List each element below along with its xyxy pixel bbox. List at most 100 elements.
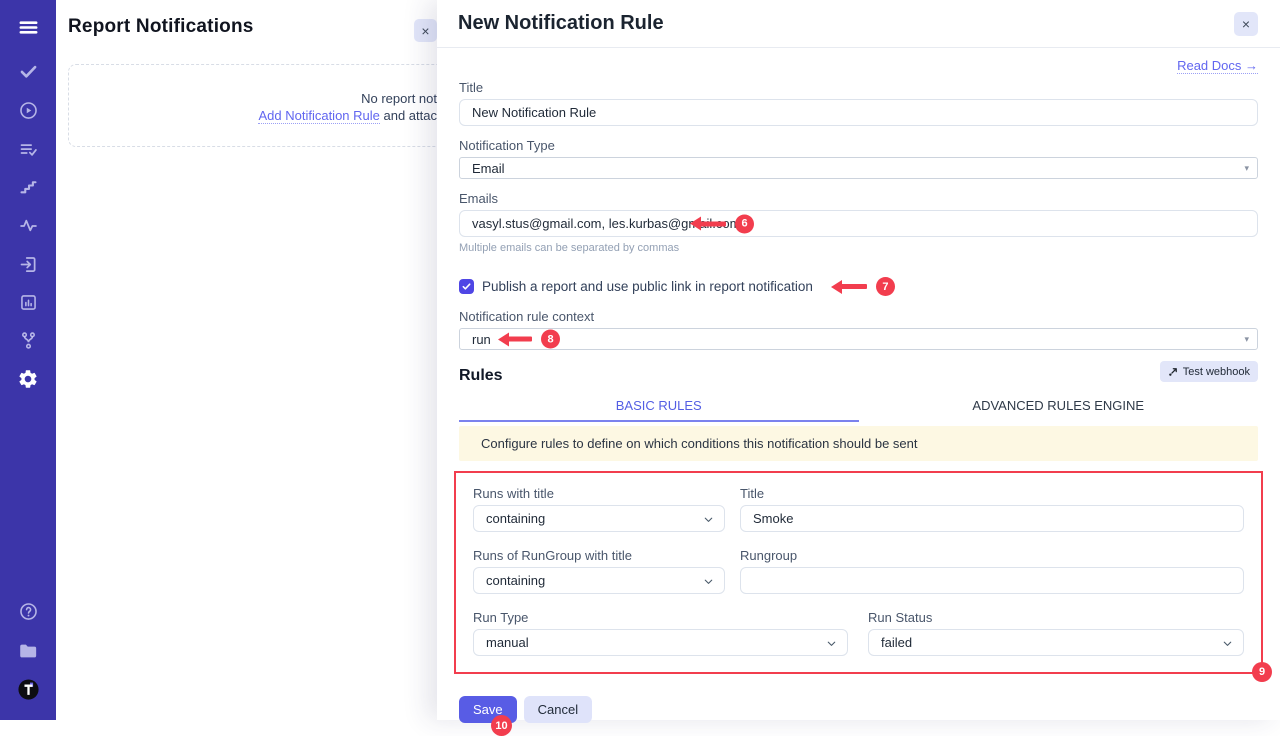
empty-line-2-rest: and attac: [380, 108, 437, 123]
annotation-badge-9: 9: [1252, 662, 1272, 682]
rules-tabs: BASIC RULES ADVANCED RULES ENGINE: [459, 392, 1258, 422]
context-select[interactable]: run ▾ 8: [459, 328, 1258, 350]
t-logo[interactable]: [0, 678, 56, 701]
emails-label: Emails: [459, 191, 1258, 206]
settings-gear-icon[interactable]: [0, 368, 56, 390]
modal-header: New Notification Rule ×: [437, 0, 1280, 48]
steps-icon[interactable]: [0, 177, 56, 198]
rule-title-label: Title: [740, 486, 1244, 501]
actions-row: Save 10 Cancel: [459, 696, 1258, 723]
rule-row-2: Runs of RunGroup with title containing R…: [473, 548, 1244, 594]
runs-of-rungroup-select[interactable]: containing: [473, 567, 725, 594]
runs-with-title-value: containing: [486, 511, 545, 526]
add-notification-rule-link[interactable]: Add Notification Rule: [258, 108, 379, 124]
notification-type-group: Notification Type Email ▾: [459, 138, 1258, 179]
run-type-group: Run Type manual: [473, 610, 848, 656]
new-notification-rule-modal: New Notification Rule × Read Docs → Titl…: [437, 0, 1280, 720]
run-type-label: Run Type: [473, 610, 848, 625]
title-group: Title: [459, 80, 1258, 126]
runs-of-rungroup-value: containing: [486, 573, 545, 588]
arrow-left-icon: [824, 280, 842, 294]
dropdown-caret-icon: ▾: [1244, 163, 1249, 174]
panel-title: Report Notifications: [68, 16, 254, 38]
runs-with-title-label: Runs with title: [473, 486, 725, 501]
run-status-select[interactable]: failed: [868, 629, 1244, 656]
empty-notifications-text: No report not Add Notification Rule and …: [68, 90, 437, 124]
test-webhook-label: Test webhook: [1183, 366, 1250, 378]
title-input[interactable]: [459, 99, 1258, 126]
notification-type-value: Email: [472, 161, 505, 176]
context-label: Notification rule context: [459, 309, 1258, 324]
panel-close-button[interactable]: ×: [414, 19, 437, 42]
emails-group: Emails 6 Multiple emails can be separate…: [459, 191, 1258, 254]
publish-checkbox[interactable]: [459, 279, 474, 294]
arrow-left-icon: [491, 332, 509, 346]
chevron-down-icon: [825, 637, 838, 653]
help-icon[interactable]: [0, 601, 56, 622]
empty-line-1: No report not: [68, 90, 437, 107]
rule-row-1: Runs with title containing Title: [473, 486, 1244, 532]
runs-with-title-select[interactable]: containing: [473, 505, 725, 532]
close-icon: ×: [421, 23, 429, 39]
basic-rules-box: Runs with title containing Title Runs of…: [454, 471, 1263, 674]
context-value: run: [472, 332, 491, 347]
rungroup-input[interactable]: [740, 567, 1244, 594]
sidebar: [0, 0, 56, 720]
sign-in-icon[interactable]: [0, 254, 56, 275]
activity-icon[interactable]: [0, 215, 56, 236]
rule-row-3: Run Type manual Run Status failed: [473, 610, 1244, 656]
publish-checkbox-row: Publish a report and use public link in …: [459, 277, 1258, 296]
rule-title-input[interactable]: [740, 505, 1244, 532]
context-group: Notification rule context run ▾ 8: [459, 309, 1258, 350]
bar-chart-icon[interactable]: [0, 292, 56, 313]
read-docs-link[interactable]: Read Docs →: [1177, 58, 1258, 74]
run-status-group: Run Status failed: [868, 610, 1244, 656]
rules-heading: Rules: [459, 367, 503, 385]
rule-title-group: Title: [740, 486, 1244, 532]
run-type-select[interactable]: manual: [473, 629, 848, 656]
chevron-down-icon: [702, 513, 715, 529]
test-webhook-button[interactable]: Test webhook: [1160, 361, 1258, 382]
runs-of-rungroup-label: Runs of RunGroup with title: [473, 548, 725, 563]
read-docs-row: Read Docs →: [459, 48, 1258, 74]
modal-title: New Notification Rule: [458, 12, 664, 35]
emails-input[interactable]: [459, 210, 1258, 237]
annotation-arrow-7: 7: [824, 277, 895, 296]
publish-checkbox-label: Publish a report and use public link in …: [482, 279, 813, 294]
empty-line-2: Add Notification Rule and attac: [68, 107, 437, 124]
rules-header-row: Rules Test webhook: [459, 361, 1258, 385]
cancel-button[interactable]: Cancel: [524, 696, 592, 723]
chevron-down-icon: [702, 575, 715, 591]
title-label: Title: [459, 80, 1258, 95]
notification-type-label: Notification Type: [459, 138, 1258, 153]
runs-with-title-group: Runs with title containing: [473, 486, 725, 532]
chevron-down-icon: [1221, 637, 1234, 653]
rungroup-group: Rungroup: [740, 548, 1244, 594]
modal-body: Read Docs → Title Notification Type Emai…: [437, 48, 1280, 723]
list-check-icon[interactable]: [0, 139, 56, 160]
git-fork-icon[interactable]: [0, 330, 56, 351]
modal-close-button[interactable]: ×: [1234, 12, 1258, 36]
annotation-badge-7: 7: [876, 277, 895, 296]
report-notifications-panel: Report Notifications × No report not Add…: [56, 0, 437, 720]
check-icon: [461, 281, 472, 292]
tab-basic-rules[interactable]: BASIC RULES: [459, 392, 859, 422]
annotation-badge-10: 10: [491, 715, 512, 736]
annotation-arrow-8: 8: [491, 330, 560, 349]
notification-type-select[interactable]: Email ▾: [459, 157, 1258, 179]
tab-advanced-rules-engine[interactable]: ADVANCED RULES ENGINE: [859, 392, 1259, 422]
rungroup-label: Rungroup: [740, 548, 1244, 563]
folder-icon[interactable]: [0, 640, 56, 662]
play-circle-icon[interactable]: [0, 100, 56, 121]
close-icon: ×: [1242, 16, 1250, 32]
run-status-value: failed: [881, 635, 912, 650]
webhook-icon: [1168, 366, 1179, 377]
check-icon[interactable]: [0, 61, 56, 82]
rules-info-banner: Configure rules to define on which condi…: [459, 426, 1258, 461]
runs-of-rungroup-group: Runs of RunGroup with title containing: [473, 548, 725, 594]
emails-hint: Multiple emails can be separated by comm…: [459, 242, 1258, 254]
annotation-badge-8: 8: [541, 330, 560, 349]
dropdown-caret-icon: ▾: [1244, 334, 1249, 345]
run-status-label: Run Status: [868, 610, 1244, 625]
menu-icon[interactable]: [0, 16, 56, 39]
